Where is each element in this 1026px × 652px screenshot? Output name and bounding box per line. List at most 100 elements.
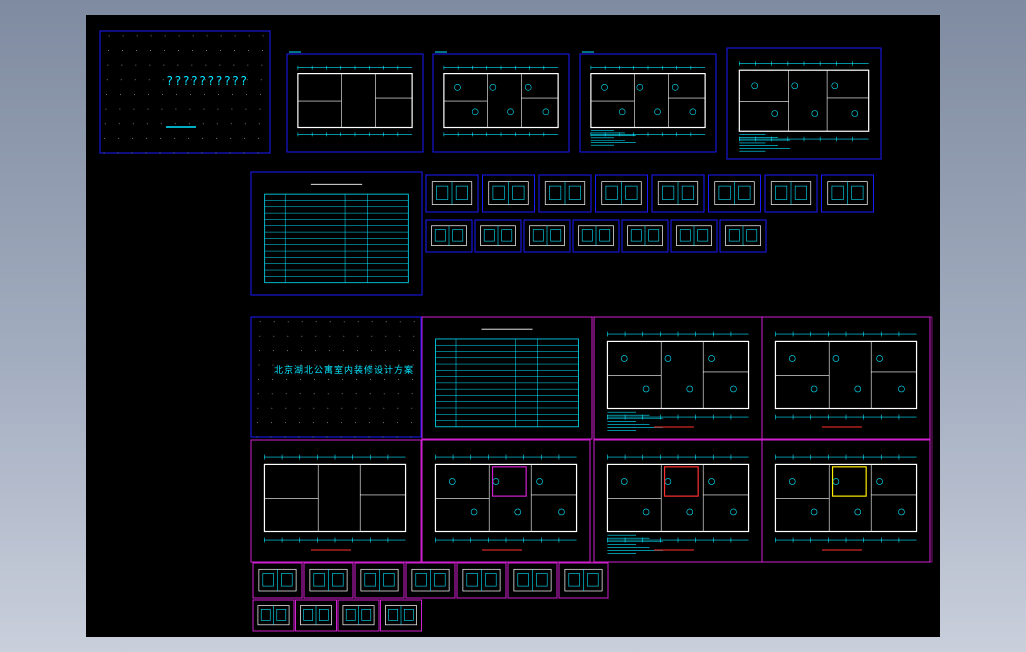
cover-2-hatch-dot <box>258 378 260 380</box>
cover-2-hatch-dot <box>270 436 272 438</box>
elevation-sheet-4-panel <box>625 185 638 200</box>
bottom-elevation-4-panel <box>434 573 446 587</box>
cover-hatch-dot <box>216 137 218 139</box>
cover-hatch-dot <box>260 79 262 81</box>
plan-sheet-2-fixture <box>542 108 550 116</box>
magenta-plan-5-fixture <box>730 508 737 516</box>
cover-2-hatch-dot <box>343 335 345 337</box>
cover-hatch-dot <box>162 93 164 95</box>
bottom-detail-4-panel <box>388 608 399 621</box>
detail-sheet-7-panel <box>746 229 758 242</box>
cover-hatch-dot <box>259 108 261 110</box>
bottom-detail-1-panel <box>276 608 287 621</box>
plan-sheet-4-fixture <box>791 82 799 90</box>
cover-sheet-frame <box>99 30 271 154</box>
magenta-plan-6-zone <box>831 466 867 497</box>
cover-hatch-dot <box>107 50 109 52</box>
magenta-plan-6-fixture <box>898 508 905 516</box>
cover-hatch-dot <box>261 64 263 66</box>
cover-hatch-dot <box>135 64 137 66</box>
cover-2-hatch-dot <box>412 350 414 352</box>
cover-hatch-dot <box>234 35 236 37</box>
cover-hatch-dot <box>187 152 189 154</box>
cover-2-hatch-dot <box>342 350 344 352</box>
cover-hatch-dot <box>134 79 136 81</box>
cover-2-hatch-dot <box>341 407 343 409</box>
cover-hatch-dot <box>117 152 119 154</box>
cover-2-hatch-dot <box>284 422 286 424</box>
cover-2-hatch-dot <box>314 350 316 352</box>
cover-2-hatch-dot <box>412 378 414 380</box>
cover-hatch-dot <box>136 35 138 37</box>
cover-hatch-dot <box>220 35 222 37</box>
cover-hatch-dot <box>219 64 221 66</box>
cover-2-hatch-dot <box>257 407 259 409</box>
magenta-plan-1-fixture <box>620 355 628 362</box>
plan-sheet-2-fixture <box>471 108 479 116</box>
cover-2-hatch-dot <box>299 407 301 409</box>
elevation-sheet-6-panel <box>718 185 731 200</box>
cover-2-hatch-dot <box>256 436 258 438</box>
cover-2-hatch-dot <box>341 393 343 395</box>
cover-2-hatch-dot <box>256 422 258 424</box>
cover-hatch-dot <box>163 64 165 66</box>
cover-hatch-dot <box>189 108 191 110</box>
cover-hatch-dot <box>191 64 193 66</box>
cover-2-hatch-dot <box>398 378 400 380</box>
cover-2-hatch-dot <box>356 350 358 352</box>
cover-2-hatch-dot <box>383 407 385 409</box>
cover-hatch-dot <box>219 50 221 52</box>
bottom-elevation-4-panel <box>415 573 427 587</box>
magenta-plan-4-fixture <box>514 508 522 516</box>
cover-2-hatch-dot <box>286 378 288 380</box>
cad-model-space[interactable]: ?????????? 北京湖北公寓室内装修设计方案 <box>86 15 940 637</box>
elevation-sheet-1-panel <box>436 185 449 200</box>
cover-2-hatch-dot <box>397 393 399 395</box>
magenta-sheet-frame <box>250 439 422 563</box>
magenta-plan-3-outline <box>263 463 407 533</box>
cover-sheet-2-frame <box>250 316 422 438</box>
plan-sheet-2-fixture <box>507 108 514 116</box>
cover-2-hatch-dot <box>396 436 398 438</box>
elevation-sheet-2-panel <box>492 185 505 200</box>
cover-2-hatch-dot <box>259 335 261 337</box>
cover-hatch-dot <box>119 108 121 110</box>
cover-hatch-dot <box>121 64 123 66</box>
cover-2-hatch-dot <box>411 407 413 409</box>
cover-hatch-dot <box>233 64 235 66</box>
cover-2-hatch-dot <box>327 393 329 395</box>
cover-2-hatch-dot <box>273 335 275 337</box>
cover-hatch-dot <box>202 123 204 125</box>
cover-2-hatch-dot <box>396 422 398 424</box>
magenta-plan-2-fixture <box>832 355 840 362</box>
cover-2-hatch-dot <box>384 378 386 380</box>
cover-2-hatch-dot <box>315 335 317 337</box>
cover-2-hatch-dot <box>413 321 415 323</box>
cover-hatch-dot <box>118 123 120 125</box>
cover-2-hatch-dot <box>270 422 272 424</box>
magenta-plan-2-fixture <box>876 355 883 362</box>
bottom-elevation-7-panel <box>587 573 599 587</box>
bottom-elevation-1-panel <box>281 573 293 587</box>
cover-hatch-dot <box>191 50 193 52</box>
cover-hatch-dot <box>149 50 151 52</box>
magenta-plan-6-fixture <box>876 478 883 485</box>
magenta-plan-1-fixture <box>708 355 715 362</box>
cover-2-hatch-dot <box>385 335 387 337</box>
magenta-plan-2-fixture <box>854 385 862 393</box>
cover-hatch-dot <box>150 35 152 37</box>
magenta-plan-2-fixture <box>788 355 796 362</box>
plan-sheet-3-outline <box>590 72 706 129</box>
cover-2-hatch-dot <box>355 393 357 395</box>
detail-sheet-1-panel <box>452 229 464 242</box>
cover-2-hatch-dot <box>371 321 373 323</box>
cover-hatch-dot <box>134 93 136 95</box>
cover-hatch-dot <box>145 152 147 154</box>
cover-hatch-dot <box>244 137 246 139</box>
cover-2-hatch-dot <box>368 436 370 438</box>
cover-2-hatch-dot <box>298 422 300 424</box>
magenta-plan-2-fixture <box>810 385 818 393</box>
cover-2-hatch-dot <box>370 378 372 380</box>
magenta-plan-2-fixture <box>898 385 905 393</box>
cover-2-hatch-dot <box>369 407 371 409</box>
